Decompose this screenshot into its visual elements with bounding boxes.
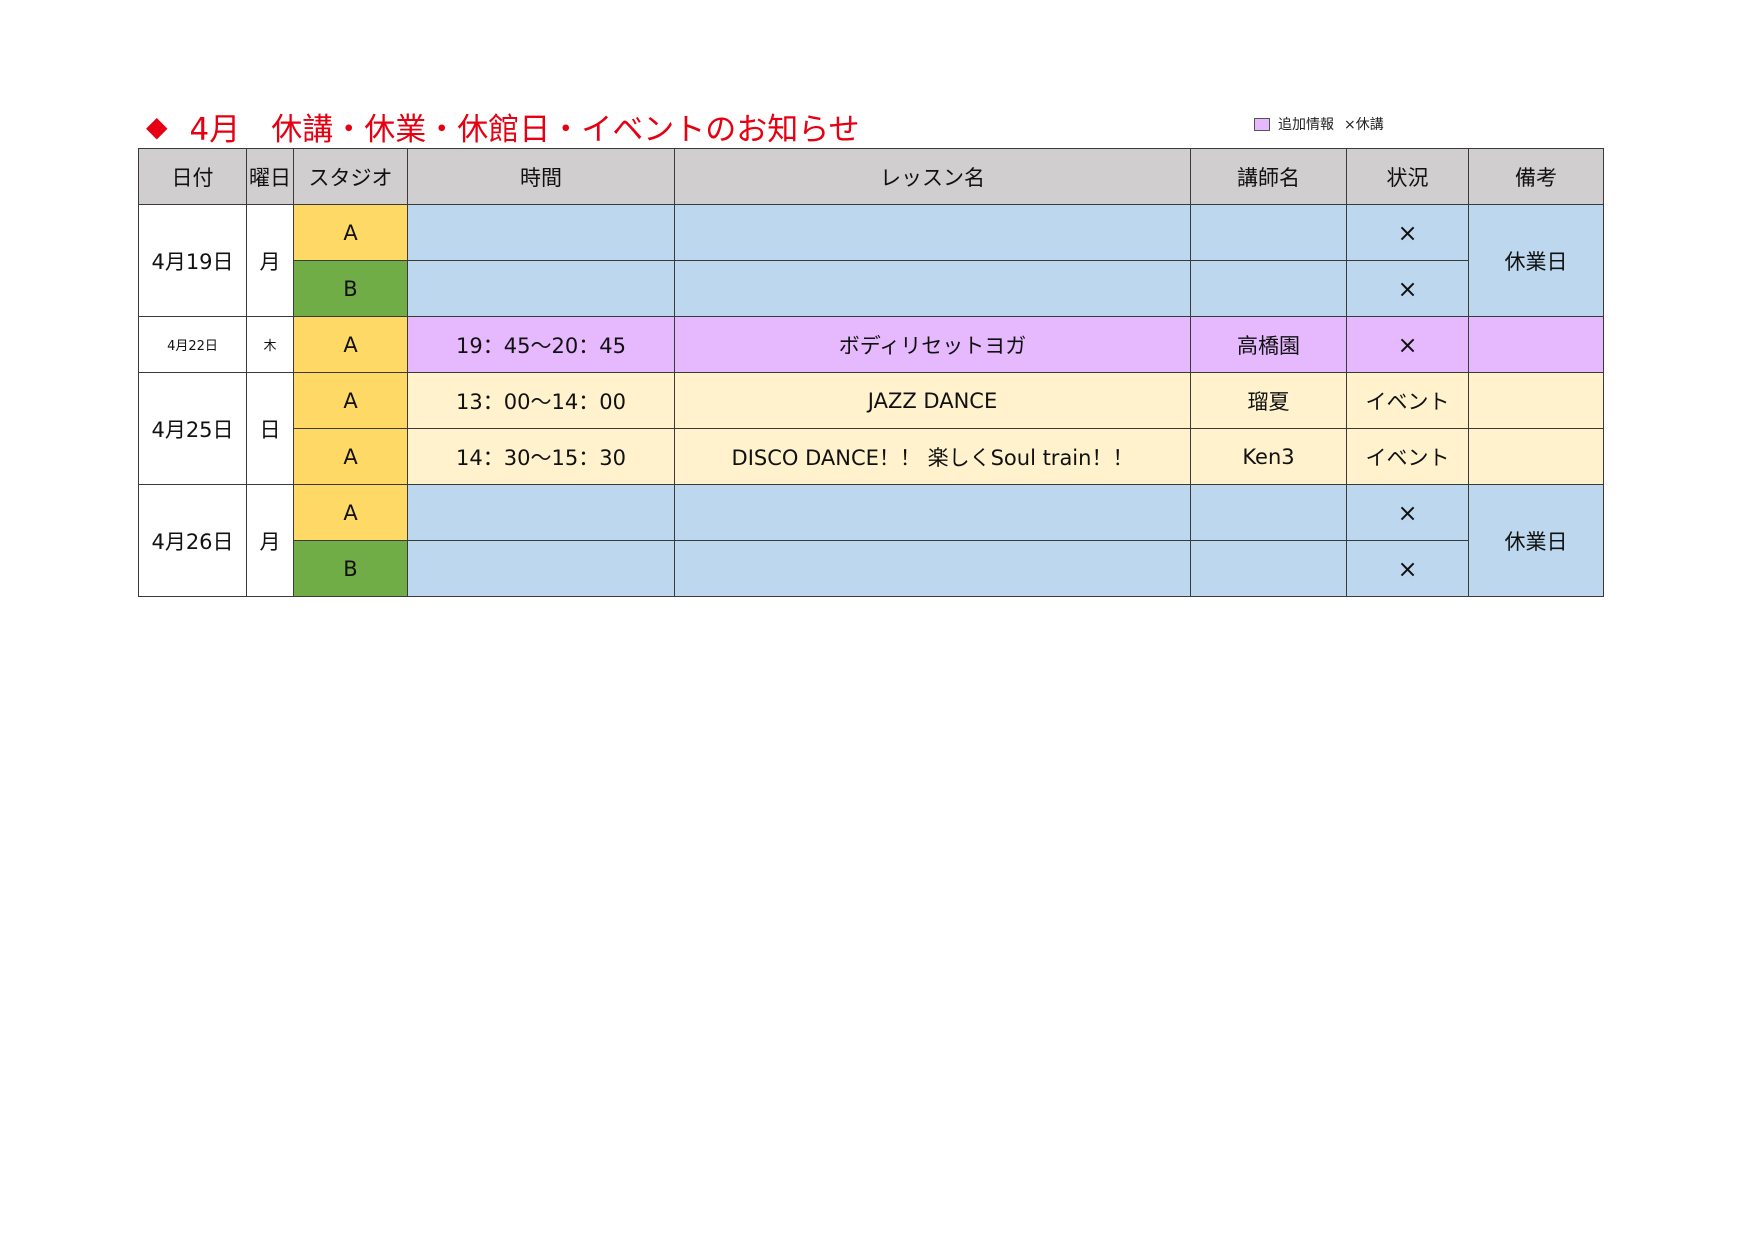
diamond-marker-icon: ◆ — [146, 109, 168, 143]
day-cell: 月 — [246, 484, 294, 597]
legend-label: 追加情報 — [1278, 117, 1334, 133]
header-date: 日付 — [138, 148, 247, 205]
status-cell: × — [1346, 484, 1469, 541]
lesson-cell — [674, 540, 1191, 597]
page-title-text: 4月 休講・休業・休館日・イベントのお知らせ — [189, 111, 860, 148]
date-cell: 4月26日 — [138, 484, 247, 597]
day-cell: 木 — [246, 316, 294, 373]
studio-cell: A — [293, 484, 408, 541]
lesson-cell — [674, 260, 1191, 317]
note-cell: 休業日 — [1468, 204, 1604, 317]
instructor-cell: 瑠夏 — [1190, 372, 1347, 429]
table-row: 4月26日 月 A × 休業日 — [138, 484, 1604, 597]
header-day: 曜日 — [246, 148, 294, 205]
studio-cell: A — [293, 204, 408, 261]
time-cell: 14：30～15：30 — [407, 428, 675, 485]
header-time: 時間 — [407, 148, 675, 205]
legend-mark-note: ×休講 — [1344, 117, 1384, 133]
table-row: 4月22日 木 A 19：45～20：45 ボディリセットヨガ 高橋園 × — [138, 316, 1604, 373]
instructor-cell: 高橋園 — [1190, 316, 1347, 373]
date-cell: 4月19日 — [138, 204, 247, 317]
header-note: 備考 — [1468, 148, 1604, 205]
lesson-cell: DISCO DANCE！！ 楽しくSoul train！！ — [674, 428, 1191, 485]
header-studio: スタジオ — [293, 148, 408, 205]
studio-cell: B — [293, 260, 408, 317]
status-cell: イベント — [1346, 428, 1469, 485]
lesson-cell: ボディリセットヨガ — [674, 316, 1191, 373]
time-cell — [407, 260, 675, 317]
page: ◆ 4月 休講・休業・休館日・イベントのお知らせ 追加情報 ×休講 日付 曜日 … — [0, 0, 1754, 1240]
instructor-cell — [1190, 540, 1347, 597]
date-cell: 4月22日 — [138, 316, 247, 373]
date-cell: 4月25日 — [138, 372, 247, 485]
instructor-cell — [1190, 204, 1347, 261]
status-cell: × — [1346, 204, 1469, 261]
note-cell — [1468, 316, 1604, 373]
lesson-cell — [674, 484, 1191, 541]
time-cell — [407, 484, 675, 541]
instructor-cell: Ken3 — [1190, 428, 1347, 485]
header-status: 状況 — [1346, 148, 1469, 205]
legend-swatch-icon — [1254, 117, 1270, 131]
table-row: 4月25日 日 A 13：00～14：00 JAZZ DANCE 瑠夏 イベント — [138, 372, 1604, 485]
table-row: B × — [139, 540, 1604, 597]
header-row: 日付 曜日 スタジオ 時間 レッスン名 講師名 状況 備考 — [138, 148, 1604, 205]
header-lesson: レッスン名 — [674, 148, 1191, 205]
studio-cell: A — [293, 316, 408, 373]
lesson-cell: JAZZ DANCE — [674, 372, 1191, 429]
page-title: ◆ 4月 休講・休業・休館日・イベントのお知らせ — [146, 106, 860, 148]
time-cell: 19：45～20：45 — [407, 316, 675, 373]
status-cell: × — [1346, 540, 1469, 597]
note-cell: 休業日 — [1468, 484, 1604, 597]
lesson-cell — [674, 204, 1191, 261]
studio-cell: B — [293, 540, 408, 597]
time-cell — [407, 204, 675, 261]
note-cell — [1468, 428, 1604, 485]
time-cell — [407, 540, 675, 597]
status-cell: × — [1346, 260, 1469, 317]
table-row: 4月19日 月 A × 休業日 — [138, 204, 1604, 317]
table-row: A 14：30～15：30 DISCO DANCE！！ 楽しくSoul trai… — [139, 428, 1604, 485]
header-instructor: 講師名 — [1190, 148, 1347, 205]
table-row: B × — [139, 260, 1604, 317]
instructor-cell — [1190, 484, 1347, 541]
schedule-table: 日付 曜日 スタジオ 時間 レッスン名 講師名 状況 備考 4月19日 月 A … — [138, 148, 1604, 597]
studio-cell: A — [293, 428, 408, 485]
legend: 追加情報 ×休講 — [1254, 114, 1384, 134]
day-cell: 月 — [246, 204, 294, 317]
time-cell: 13：00～14：00 — [407, 372, 675, 429]
day-cell: 日 — [246, 372, 294, 485]
status-cell: イベント — [1346, 372, 1469, 429]
instructor-cell — [1190, 260, 1347, 317]
status-cell: × — [1346, 316, 1469, 373]
note-cell — [1468, 372, 1604, 429]
studio-cell: A — [293, 372, 408, 429]
